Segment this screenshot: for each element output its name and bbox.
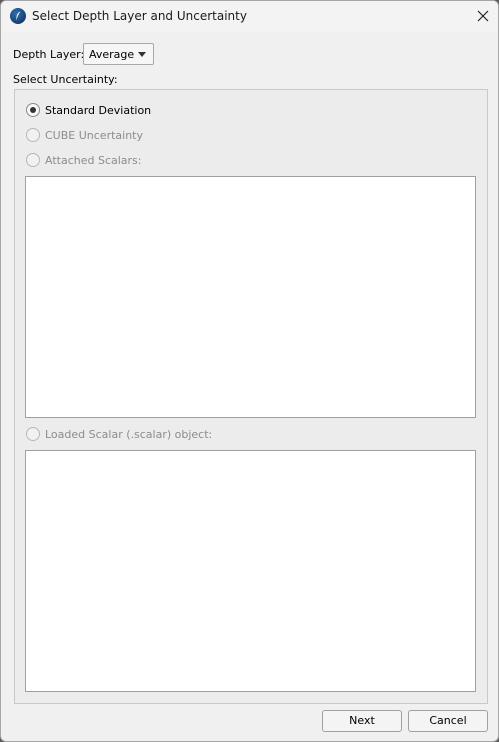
close-button[interactable] (468, 1, 498, 32)
standard-deviation-radio[interactable] (26, 103, 40, 117)
close-icon (477, 10, 489, 22)
loaded-scalar-list[interactable] (25, 450, 476, 692)
chevron-down-icon (138, 52, 146, 57)
app-logo-icon (10, 8, 26, 24)
select-uncertainty-label: Select Uncertainty: (13, 73, 118, 86)
attached-scalars-label[interactable]: Attached Scalars: (45, 154, 142, 167)
loaded-scalar-label[interactable]: Loaded Scalar (.scalar) object: (45, 428, 212, 441)
radio-selected-dot (30, 107, 36, 113)
depth-layer-dropdown[interactable]: Average (83, 43, 154, 65)
next-button[interactable]: Next (322, 710, 402, 732)
title-bar: Select Depth Layer and Uncertainty (1, 1, 498, 32)
depth-layer-value: Average (89, 48, 135, 61)
cube-uncertainty-radio[interactable] (26, 128, 40, 142)
cube-uncertainty-label[interactable]: CUBE Uncertainty (45, 129, 143, 142)
attached-scalars-radio[interactable] (26, 153, 40, 167)
loaded-scalar-radio[interactable] (26, 427, 40, 441)
cancel-button[interactable]: Cancel (408, 710, 488, 732)
depth-layer-label: Depth Layer: (13, 48, 85, 61)
attached-scalars-list[interactable] (25, 176, 476, 418)
dialog-window: Select Depth Layer and Uncertainty Depth… (0, 0, 499, 742)
window-title: Select Depth Layer and Uncertainty (32, 9, 247, 23)
uncertainty-group: Standard Deviation CUBE Uncertainty Atta… (14, 89, 488, 704)
standard-deviation-label[interactable]: Standard Deviation (45, 104, 151, 117)
